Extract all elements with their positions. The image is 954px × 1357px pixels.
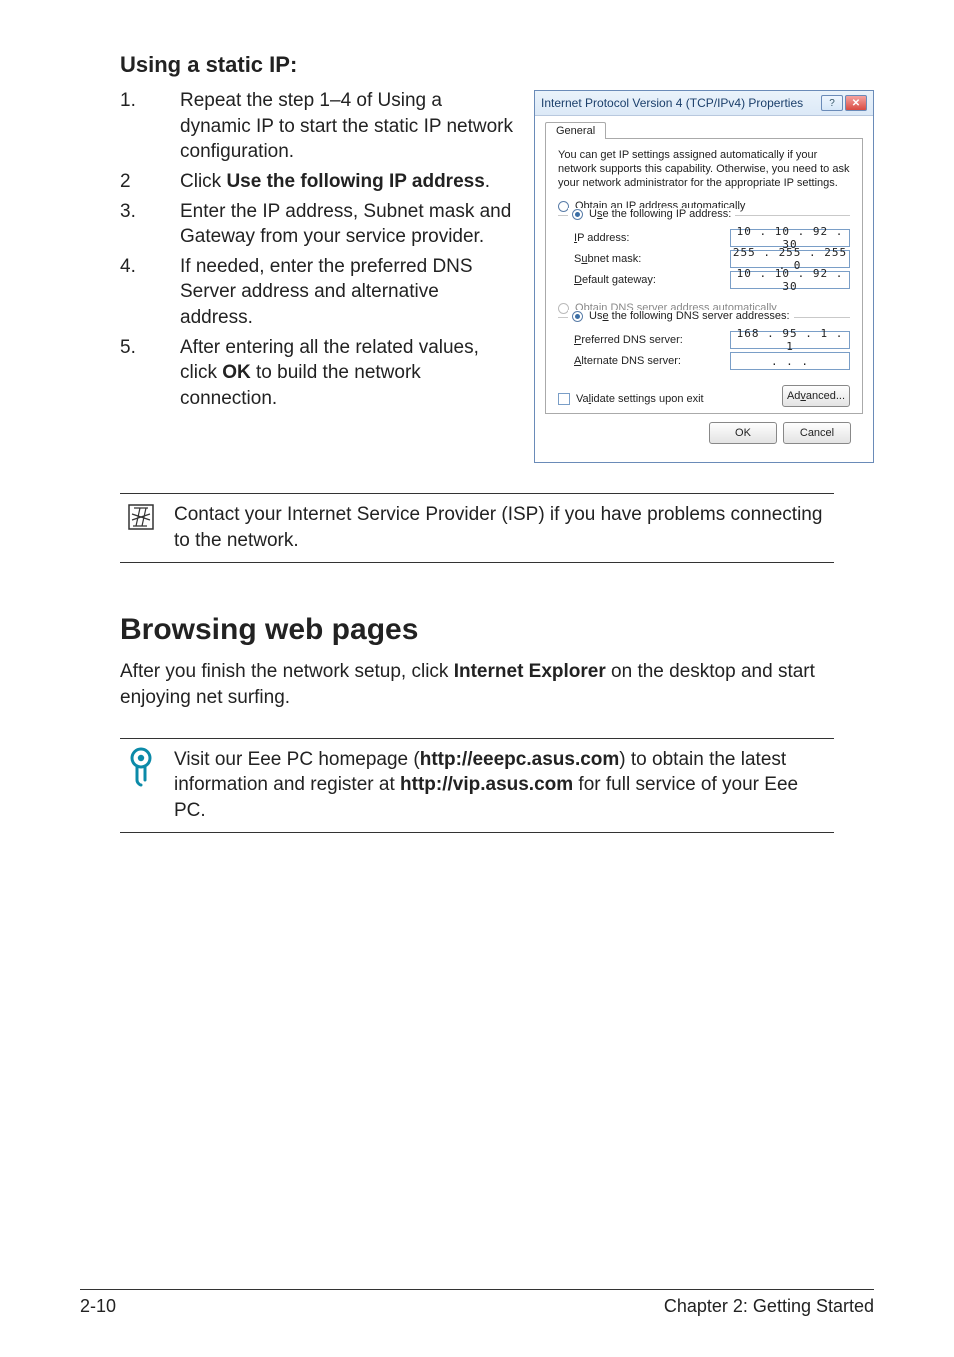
advanced-button[interactable]: Advanced... <box>782 385 850 407</box>
radio-use-following-dns[interactable]: Use the following DNS server addresses: <box>568 310 794 322</box>
tip-eeepc: Visit our Eee PC homepage (http://eeepc.… <box>120 738 834 833</box>
tip-text: Visit our Eee PC homepage (http://eeepc.… <box>174 747 830 824</box>
chapter-label: Chapter 2: Getting Started <box>664 1296 874 1317</box>
close-button[interactable]: ✕ <box>845 95 867 111</box>
step-5: 5. After entering all the related values… <box>120 335 514 412</box>
step-4: 4. If needed, enter the preferred DNS Se… <box>120 254 514 331</box>
step-text: If needed, enter the preferred DNS Serve… <box>180 254 514 331</box>
page-number: 2-10 <box>80 1296 116 1317</box>
step-number: 5. <box>120 335 180 412</box>
subnet-mask-field[interactable]: 255 . 255 . 255 . 0 <box>730 250 850 268</box>
tab-general[interactable]: General <box>545 122 606 139</box>
dialog-description: You can get IP settings assigned automat… <box>558 149 850 190</box>
radio-icon <box>572 209 583 220</box>
radio-use-following-ip[interactable]: Use the following IP address: <box>568 208 735 220</box>
static-ip-steps: 1. Repeat the step 1–4 of Using a dynami… <box>120 88 514 412</box>
validate-settings-checkbox[interactable]: Validate settings upon exit <box>558 393 704 405</box>
preferred-dns-label: Preferred DNS server: <box>574 334 730 346</box>
note-icon <box>124 502 158 532</box>
cancel-button[interactable]: Cancel <box>783 422 851 444</box>
page-footer: 2-10 Chapter 2: Getting Started <box>80 1289 874 1317</box>
help-button[interactable]: ? <box>821 95 843 111</box>
step-2: 2 Click Use the following IP address. <box>120 169 514 195</box>
note-isp: Contact your Internet Service Provider (… <box>120 493 834 562</box>
tip-icon <box>124 747 158 787</box>
heading-browsing-web-pages: Browsing web pages <box>120 613 874 647</box>
step-number: 3. <box>120 199 180 250</box>
alternate-dns-field[interactable]: . . . <box>730 352 850 370</box>
step-3: 3. Enter the IP address, Subnet mask and… <box>120 199 514 250</box>
dialog-titlebar: Internet Protocol Version 4 (TCP/IPv4) P… <box>535 91 873 116</box>
browsing-paragraph: After you finish the network setup, clic… <box>120 659 834 712</box>
checkbox-icon <box>558 393 570 405</box>
subnet-mask-label: Subnet mask: <box>574 253 730 265</box>
step-text: Click Use the following IP address. <box>180 169 514 195</box>
heading-using-static-ip: Using a static IP: <box>120 52 874 78</box>
step-text: After entering all the related values, c… <box>180 335 514 412</box>
dialog-title: Internet Protocol Version 4 (TCP/IPv4) P… <box>541 96 803 110</box>
note-text: Contact your Internet Service Provider (… <box>174 502 830 553</box>
ip-address-field[interactable]: 10 . 10 . 92 . 30 <box>730 229 850 247</box>
radio-icon <box>572 311 583 322</box>
step-number: 1. <box>120 88 180 165</box>
step-text: Repeat the step 1–4 of Using a dynamic I… <box>180 88 514 165</box>
default-gateway-field[interactable]: 10 . 10 . 92 . 30 <box>730 271 850 289</box>
ok-button[interactable]: OK <box>709 422 777 444</box>
ip-address-label: IP address: <box>574 232 730 244</box>
step-number: 4. <box>120 254 180 331</box>
ipv4-properties-dialog: Internet Protocol Version 4 (TCP/IPv4) P… <box>534 90 874 463</box>
step-text: Enter the IP address, Subnet mask and Ga… <box>180 199 514 250</box>
default-gateway-label: Default gateway: <box>574 274 730 286</box>
preferred-dns-field[interactable]: 168 . 95 . 1 . 1 <box>730 331 850 349</box>
step-number: 2 <box>120 169 180 195</box>
alternate-dns-label: Alternate DNS server: <box>574 355 730 367</box>
step-1: 1. Repeat the step 1–4 of Using a dynami… <box>120 88 514 165</box>
